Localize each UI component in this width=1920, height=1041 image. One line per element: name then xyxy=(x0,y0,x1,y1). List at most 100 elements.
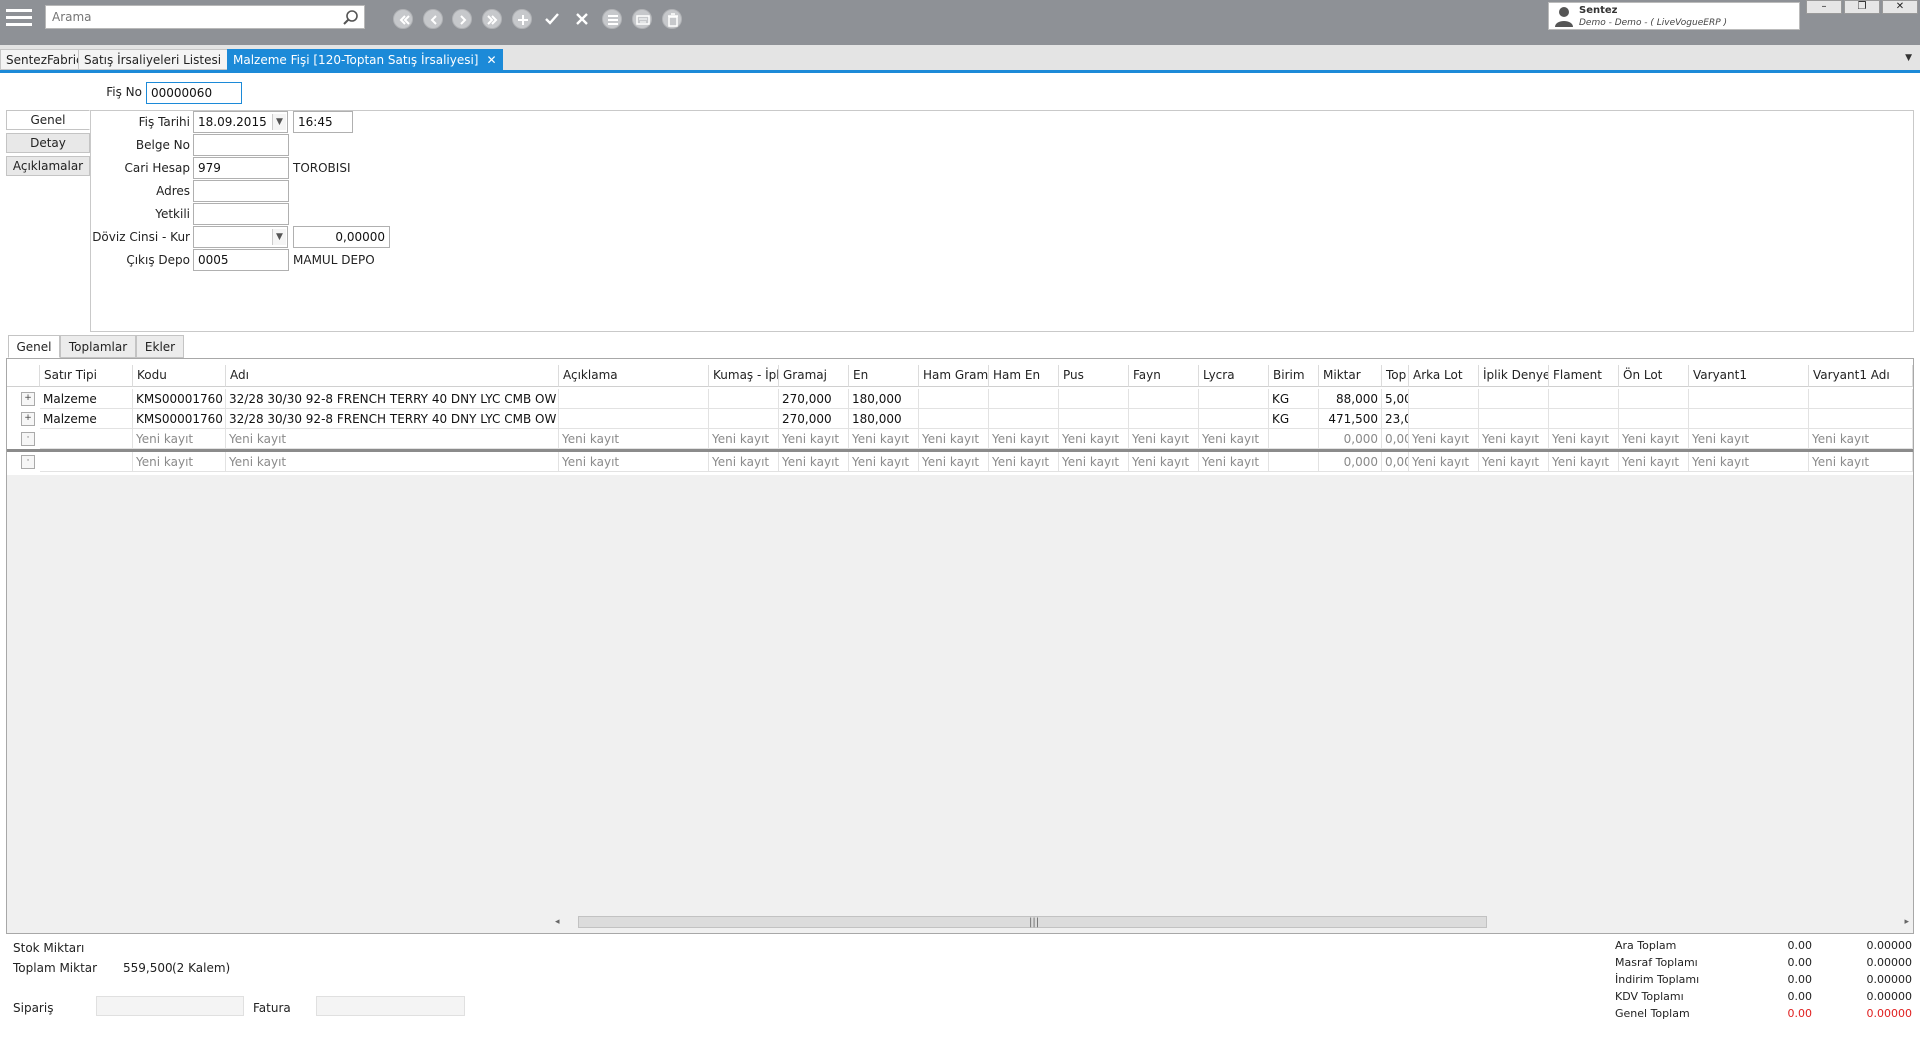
grid-cell[interactable] xyxy=(989,389,1059,409)
cikis-depo-input[interactable]: 0005 xyxy=(193,249,289,271)
column-header[interactable]: Gramaj xyxy=(779,365,849,387)
grid-cell[interactable] xyxy=(1619,389,1689,409)
new-row-cell[interactable]: Yeni kayıt xyxy=(1129,429,1199,449)
new-row-cell[interactable]: Yeni kayıt xyxy=(1809,429,1913,449)
grid-cell[interactable]: 270,000 xyxy=(779,409,849,429)
new-row-cell[interactable]: Yeni kayıt xyxy=(1199,429,1269,449)
fis-saat-input[interactable]: 16:45 xyxy=(293,111,353,133)
grid-cell[interactable] xyxy=(919,389,989,409)
minimize-button[interactable]: – xyxy=(1806,0,1842,14)
column-header[interactable]: Arka Lot xyxy=(1409,365,1479,387)
grid-cell[interactable] xyxy=(1549,409,1619,429)
new-row-cell[interactable]: 0,00 xyxy=(1382,429,1409,449)
column-header[interactable]: Ham En xyxy=(989,365,1059,387)
search-box[interactable] xyxy=(45,5,365,29)
chevron-down-icon[interactable]: ▼ xyxy=(272,114,286,130)
grid-cell[interactable] xyxy=(709,389,779,409)
tab-genel[interactable]: Genel xyxy=(8,335,60,358)
new-row-cell[interactable]: Yeni kayıt xyxy=(1479,452,1549,472)
new-row-cell[interactable]: Yeni kayıt xyxy=(226,429,559,449)
belge-no-input[interactable] xyxy=(193,134,289,156)
grid-cell[interactable] xyxy=(1619,409,1689,429)
grid-cell[interactable] xyxy=(1059,389,1129,409)
new-row-cell[interactable]: Yeni kayıt xyxy=(709,429,779,449)
grid-cell[interactable]: KMS00001760 xyxy=(133,389,226,409)
new-row-cell[interactable]: Yeni kayıt xyxy=(1059,429,1129,449)
tab-satis-irsaliyeleri[interactable]: Satış İrsaliyeleri Listesi✕ xyxy=(78,49,246,70)
kur-input[interactable]: 0,00000 xyxy=(293,226,390,248)
column-header[interactable]: Varyant1 xyxy=(1689,365,1809,387)
tab-sentezfabric[interactable]: SentezFabric xyxy=(0,49,89,70)
tab-malzeme-fisi[interactable]: Malzeme Fişi [120-Toptan Satış İrsaliyes… xyxy=(227,49,503,70)
siparis-field[interactable] xyxy=(96,996,244,1016)
new-row-cell[interactable]: Yeni kayıt xyxy=(849,452,919,472)
doviz-select[interactable]: ▼ xyxy=(193,226,288,248)
new-row-cell[interactable]: Yeni kayıt xyxy=(1409,429,1479,449)
tab-toplamlar[interactable]: Toplamlar xyxy=(60,335,136,358)
delete-icon[interactable] xyxy=(662,9,682,29)
new-row-cell[interactable]: Yeni kayıt xyxy=(989,429,1059,449)
column-header[interactable]: Varyant1 Adı xyxy=(1809,365,1913,387)
grid-cell[interactable]: 180,000 xyxy=(849,389,919,409)
new-row-cell[interactable]: 0,00 xyxy=(1382,452,1409,472)
grid-cell[interactable] xyxy=(1689,409,1809,429)
list-icon[interactable] xyxy=(602,9,622,29)
tab-menu-icon[interactable]: ▼ xyxy=(1905,53,1912,63)
column-header[interactable]: İplik Denye xyxy=(1479,365,1549,387)
new-row-cell[interactable]: Yeni kayıt xyxy=(226,452,559,472)
horizontal-scrollbar[interactable]: ◂ ||| ▸ xyxy=(553,914,1913,930)
new-row-cell[interactable] xyxy=(1269,429,1319,449)
search-icon[interactable] xyxy=(342,9,360,27)
grid-cell[interactable] xyxy=(1809,409,1913,429)
yetkili-input[interactable] xyxy=(193,203,289,225)
column-header[interactable]: Ön Lot xyxy=(1619,365,1689,387)
column-header[interactable]: Açıklama xyxy=(559,365,709,387)
new-row-cell[interactable]: Yeni kayıt xyxy=(1479,429,1549,449)
column-header[interactable]: Miktar xyxy=(1319,365,1382,387)
fatura-field[interactable] xyxy=(316,996,465,1016)
side-tab-detay[interactable]: Detay xyxy=(6,133,90,153)
first-record-icon[interactable] xyxy=(393,9,413,29)
column-header[interactable]: Kumaş - İpl xyxy=(709,365,779,387)
new-row-cell[interactable]: Yeni kayıt xyxy=(1199,452,1269,472)
column-header[interactable]: Lycra xyxy=(1199,365,1269,387)
new-row-cell[interactable]: Yeni kayıt xyxy=(1549,429,1619,449)
new-row-cell[interactable]: Yeni kayıt xyxy=(779,429,849,449)
grid-cell[interactable] xyxy=(919,409,989,429)
grid-cell[interactable]: 471,500 xyxy=(1319,409,1382,429)
new-row-indicator-icon[interactable]: · xyxy=(21,432,35,446)
new-row-cell[interactable] xyxy=(40,429,133,449)
new-row-cell[interactable]: Yeni kayıt xyxy=(709,452,779,472)
grid-cell[interactable] xyxy=(1809,389,1913,409)
previous-record-icon[interactable] xyxy=(423,9,443,29)
restore-button[interactable]: ❐ xyxy=(1844,0,1880,14)
new-row-cell[interactable]: Yeni kayıt xyxy=(1689,452,1809,472)
grid-cell[interactable]: KG xyxy=(1269,409,1319,429)
grid-cell[interactable]: 32/28 30/30 92-8 FRENCH TERRY 40 DNY LYC… xyxy=(226,409,559,429)
fis-tarihi-input[interactable]: 18.09.2015 ▼ xyxy=(193,111,288,133)
grid-cell[interactable]: KMS00001760 xyxy=(133,409,226,429)
grid-cell[interactable]: 88,000 xyxy=(1319,389,1382,409)
new-row-cell[interactable]: Yeni kayıt xyxy=(919,452,989,472)
grid-cell[interactable] xyxy=(1059,409,1129,429)
side-tab-aciklamalar[interactable]: Açıklamalar xyxy=(6,156,90,176)
scrollbar-thumb[interactable]: ||| xyxy=(578,916,1487,928)
new-row-cell[interactable] xyxy=(1269,452,1319,472)
last-record-icon[interactable] xyxy=(482,9,502,29)
close-button[interactable]: ✕ xyxy=(1882,0,1918,14)
grid-cell[interactable] xyxy=(1479,389,1549,409)
user-panel[interactable]: Sentez Demo - Demo - ( LiveVogueERP ) xyxy=(1548,2,1800,30)
grid-cell[interactable]: Malzeme xyxy=(40,389,133,409)
grid-cell[interactable] xyxy=(559,389,709,409)
cari-hesap-input[interactable]: 979 xyxy=(193,157,289,179)
grid-cell[interactable] xyxy=(559,409,709,429)
grid-cell[interactable] xyxy=(1409,389,1479,409)
detail-grid[interactable]: Satır Tipi Kodu Adı Açıklama Kumaş - İpl… xyxy=(6,358,1914,934)
grid-cell[interactable] xyxy=(709,409,779,429)
new-row-cell[interactable]: 0,000 xyxy=(1319,452,1382,472)
column-header[interactable]: Birim xyxy=(1269,365,1319,387)
column-header[interactable]: Pus xyxy=(1059,365,1129,387)
grid-cell[interactable] xyxy=(1409,409,1479,429)
grid-cell[interactable] xyxy=(1689,389,1809,409)
new-row-cell[interactable]: 0,000 xyxy=(1319,429,1382,449)
